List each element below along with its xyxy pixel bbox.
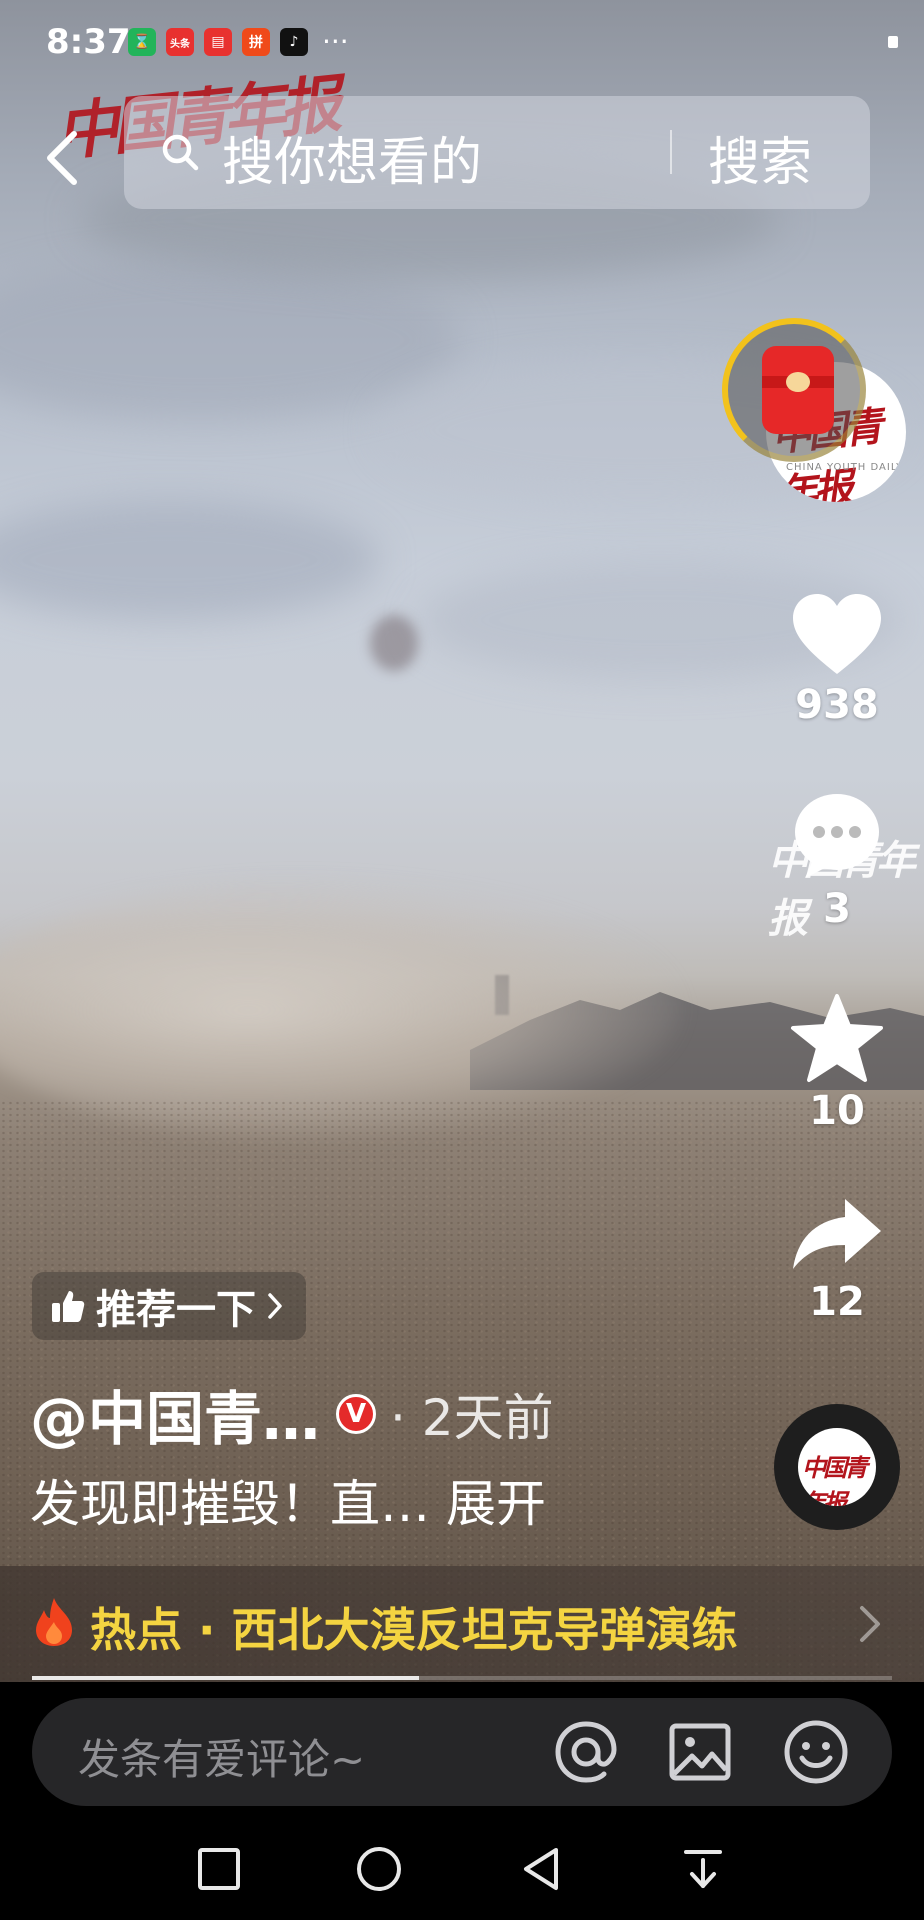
- search-divider: [670, 130, 672, 174]
- douyin-app-icon: ♪: [280, 28, 308, 56]
- video-progress-bar[interactable]: [32, 1676, 892, 1680]
- author-name[interactable]: @中国青…: [30, 1372, 320, 1456]
- status-bar: 8:37 ⌛ 头条 ▤ 拼 ♪ ···: [0, 0, 924, 84]
- star-icon: [791, 994, 883, 1082]
- post-time: · 2天前: [390, 1389, 554, 1447]
- thumbs-up-icon: [52, 1291, 85, 1322]
- comment-input-area: 发条有爱评论~: [0, 1682, 924, 1812]
- book-app-icon: ▤: [204, 28, 232, 56]
- more-notifications-icon: ···: [322, 25, 349, 58]
- avatar-subtitle: CHINA YOUTH DAILY: [786, 462, 904, 473]
- recommend-label: 推荐一下: [96, 1287, 256, 1333]
- comment-input[interactable]: 发条有爱评论~: [32, 1698, 892, 1806]
- emoji-icon[interactable]: [782, 1718, 850, 1786]
- fire-icon: [36, 1598, 72, 1646]
- red-packet-icon: [762, 346, 834, 434]
- music-disc-cover: 中国青年报: [798, 1428, 876, 1506]
- back-triangle-icon[interactable]: [516, 1844, 566, 1894]
- search-input[interactable]: 搜你想看的: [222, 120, 482, 195]
- video-player-screen[interactable]: 中国青年报 8:37 ⌛ 头条 ▤ 拼 ♪ ··· 搜你想看的 搜索 中国青年报…: [0, 0, 924, 1920]
- back-arrow-icon[interactable]: [40, 128, 84, 188]
- music-disc-button[interactable]: 中国青年报: [774, 1404, 900, 1530]
- status-time: 8:37: [46, 22, 131, 62]
- comment-watermark-logo: 中国青年报: [768, 837, 916, 942]
- hot-topic-text: 热点 · 西北大漠反坦克导弹演练: [90, 1603, 738, 1657]
- share-arrow-icon: [793, 1199, 881, 1269]
- share-button[interactable]: 12: [777, 1195, 897, 1325]
- system-navigation-bar: [0, 1812, 924, 1920]
- chevron-right-icon: [860, 1606, 880, 1642]
- collapse-down-icon[interactable]: [678, 1844, 728, 1894]
- red-packet-reward-button[interactable]: [722, 318, 866, 462]
- favorite-count: 10: [809, 1088, 865, 1134]
- search-icon: [162, 134, 199, 171]
- favorite-button[interactable]: 10: [777, 992, 897, 1134]
- verified-badge-icon: V: [336, 1394, 377, 1434]
- author-avatar-group[interactable]: 中国青年报 CHINA YOUTH DAILY: [722, 318, 906, 502]
- search-bar[interactable]: 搜你想看的 搜索: [124, 96, 870, 209]
- share-count: 12: [809, 1279, 865, 1325]
- mention-at-icon[interactable]: [552, 1718, 620, 1786]
- search-button[interactable]: 搜索: [708, 120, 812, 195]
- like-button[interactable]: 938: [777, 590, 897, 728]
- author-row: @中国青… V · 2天前: [30, 1372, 554, 1456]
- disc-logo: 中国青年报: [802, 1453, 868, 1506]
- toutiao-app-icon: 头条: [166, 28, 194, 56]
- video-progress-fill: [32, 1676, 419, 1680]
- hot-topic-bar[interactable]: 热点 · 西北大漠反坦克导弹演练: [0, 1566, 924, 1682]
- image-picker-icon[interactable]: [668, 1720, 732, 1784]
- chevron-right-icon: [268, 1293, 282, 1319]
- expand-caption-link[interactable]: 展开: [446, 1464, 546, 1536]
- recent-apps-square-icon[interactable]: [194, 1844, 244, 1894]
- status-notification-icons: ⌛ 头条 ▤ 拼 ♪ ···: [128, 28, 349, 56]
- shop-app-icon: 拼: [242, 28, 270, 56]
- caption-row: 发现即摧毁！直… 展开: [30, 1464, 546, 1536]
- comment-placeholder: 发条有爱评论~: [78, 1735, 366, 1784]
- battery-icon: [888, 36, 898, 48]
- heart-icon: [793, 594, 881, 674]
- home-circle-icon[interactable]: [354, 1844, 404, 1894]
- recommend-button[interactable]: 推荐一下: [32, 1272, 306, 1340]
- like-count: 938: [795, 682, 879, 728]
- hourglass-app-icon: ⌛: [128, 28, 156, 56]
- video-caption: 发现即摧毁！直…: [30, 1475, 430, 1533]
